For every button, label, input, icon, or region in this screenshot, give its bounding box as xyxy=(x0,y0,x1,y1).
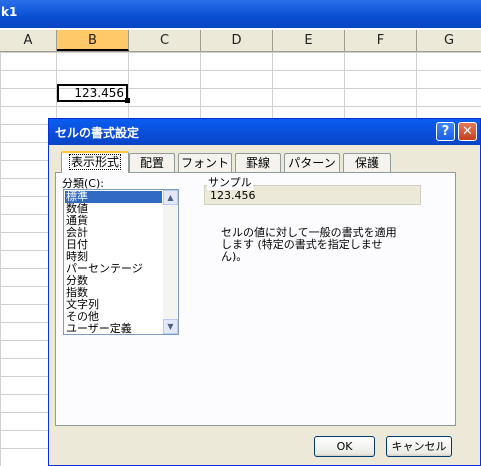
active-cell[interactable]: 123.456 xyxy=(57,84,128,102)
column-header-a[interactable]: A xyxy=(0,30,57,51)
close-button[interactable]: ✕ xyxy=(458,122,477,141)
dialog-title: セルの書式設定 xyxy=(55,126,140,140)
up-arrow-icon: ▲ xyxy=(167,193,174,202)
column-headers: A B C D E F G xyxy=(0,30,481,52)
help-button[interactable]: ? xyxy=(436,122,455,141)
down-arrow-icon: ▼ xyxy=(167,322,174,331)
ok-button[interactable]: OK xyxy=(314,436,375,457)
column-header-c[interactable]: C xyxy=(129,30,201,51)
format-cells-dialog: セルの書式設定 ? ✕ 表示形式 配置 フォント 罫線 パターン 保護 分類(C… xyxy=(48,118,481,466)
cancel-button[interactable]: キャンセル xyxy=(386,436,452,457)
column-header-g[interactable]: G xyxy=(417,30,481,51)
close-icon: ✕ xyxy=(462,124,473,139)
fill-handle[interactable] xyxy=(125,98,130,103)
window-title: k1 xyxy=(1,5,18,19)
category-list[interactable]: 標準 数値 通貨 会計 日付 時刻 パーセンテージ 分数 指数 文字列 その他 … xyxy=(63,189,179,335)
tab-patterns[interactable]: パターン xyxy=(284,153,340,172)
column-header-f[interactable]: F xyxy=(345,30,417,51)
sample-label: サンプル xyxy=(207,174,253,190)
dialog-title-bar[interactable]: セルの書式設定 ? ✕ xyxy=(49,119,480,145)
tab-alignment[interactable]: 配置 xyxy=(129,153,175,172)
tab-label: 保護 xyxy=(354,156,379,170)
tab-font[interactable]: フォント xyxy=(178,153,232,172)
column-header-b[interactable]: B xyxy=(57,30,129,51)
tab-label: 表示形式 xyxy=(68,154,121,170)
scroll-down-button[interactable]: ▼ xyxy=(163,319,178,334)
tab-number[interactable]: 表示形式 xyxy=(61,151,129,173)
sample-group: 123.456 サンプル xyxy=(204,174,421,207)
column-header-e[interactable]: E xyxy=(273,30,345,51)
tab-label: 罫線 xyxy=(245,156,270,170)
tab-border[interactable]: 罫線 xyxy=(235,153,281,172)
sample-value: 123.456 xyxy=(210,189,256,202)
category-scrollbar[interactable]: ▲ ▼ xyxy=(163,190,178,334)
tab-label: フォント xyxy=(180,156,229,170)
scroll-up-button[interactable]: ▲ xyxy=(163,190,178,205)
tab-label: パターン xyxy=(288,156,336,170)
excel-title-bar: k1 xyxy=(0,0,481,28)
tab-protection[interactable]: 保護 xyxy=(343,153,391,172)
list-item[interactable]: ユーザー定義 xyxy=(65,323,162,335)
help-icon: ? xyxy=(441,124,450,139)
column-header-d[interactable]: D xyxy=(201,30,273,51)
format-description: セルの値に対して一般の書式を適用します (特定の書式を指定しません)。 xyxy=(221,226,397,263)
tab-label: 配置 xyxy=(139,156,164,170)
